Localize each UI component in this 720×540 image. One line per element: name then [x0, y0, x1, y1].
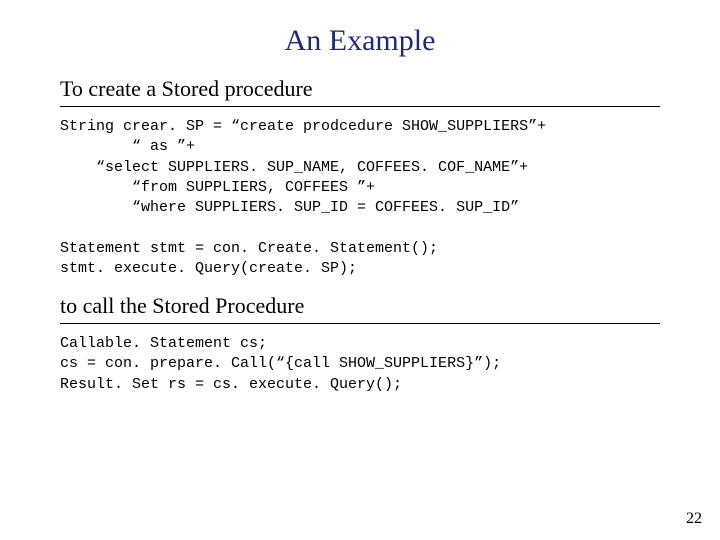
divider [60, 106, 660, 107]
section1-code: String crear. SP = “create prodcedure SH… [60, 117, 660, 279]
slide: An Example To create a Stored procedure … [0, 0, 720, 540]
section2-heading: to call the Stored Procedure [60, 293, 660, 319]
section1-heading: To create a Stored procedure [60, 76, 660, 102]
page-number: 22 [686, 510, 702, 528]
divider [60, 323, 660, 324]
section2-code: Callable. Statement cs; cs = con. prepar… [60, 334, 660, 395]
slide-title: An Example [60, 24, 660, 58]
